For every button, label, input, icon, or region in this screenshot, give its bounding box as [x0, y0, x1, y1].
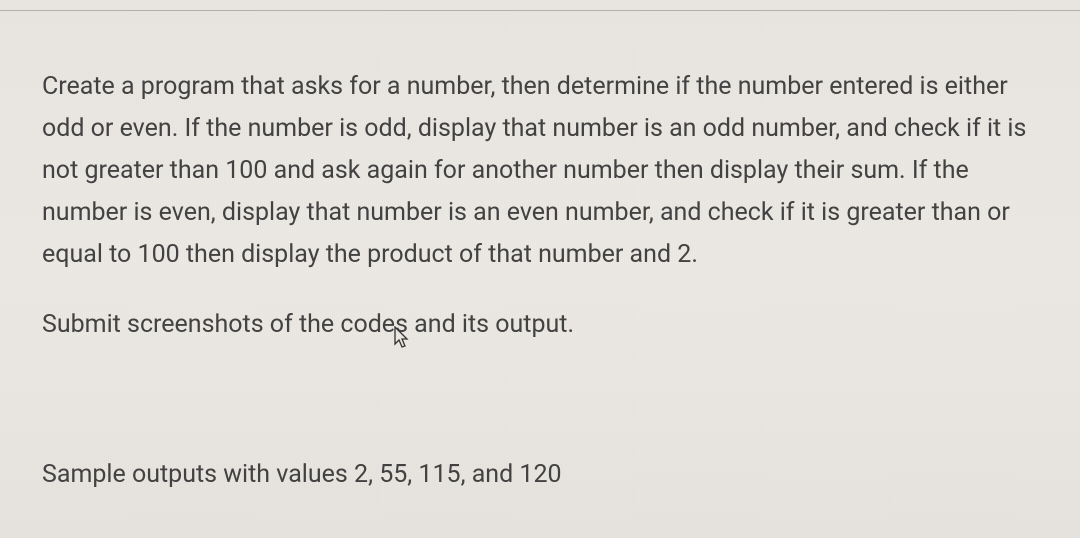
document-content: Create a program that asks for a number,…: [0, 11, 1080, 496]
sample-outputs-paragraph: Sample outputs with values 2, 55, 115, a…: [42, 454, 1032, 496]
instruction-paragraph: Create a program that asks for a number,…: [42, 66, 1032, 276]
submission-paragraph: Submit screenshots of the codes and its …: [42, 304, 1032, 346]
